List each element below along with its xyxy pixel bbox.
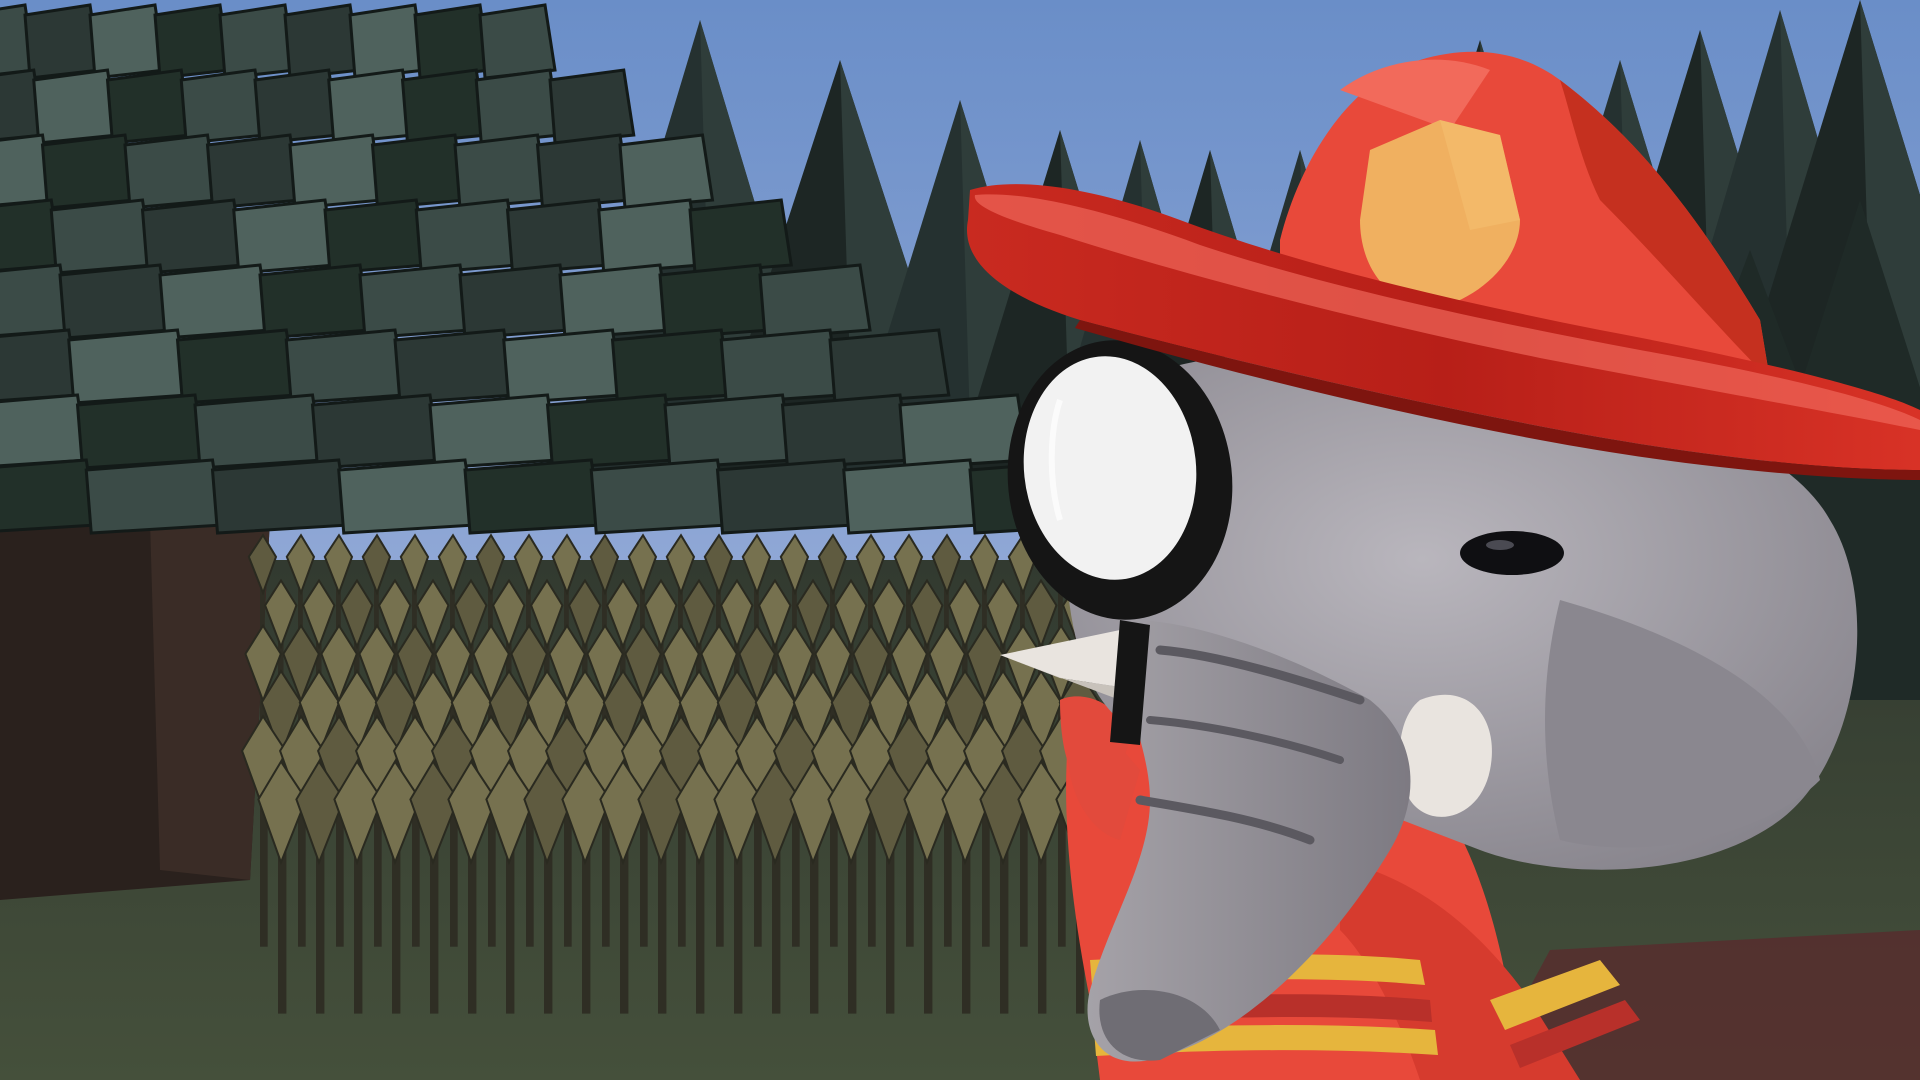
pine-tier-plate <box>828 328 951 405</box>
pine-tier-plate <box>358 263 472 340</box>
pine-tier-plate <box>310 393 442 470</box>
pine-tier-plate <box>253 68 341 145</box>
pine-tier-plate <box>780 393 912 470</box>
pine-tier-plate <box>140 198 246 275</box>
pine-tier-plate <box>288 133 385 210</box>
pine-tier-plate <box>505 198 611 275</box>
pine-tier-plate <box>502 328 625 405</box>
wheat-stem <box>316 849 325 1014</box>
wheat-stem <box>354 849 363 1014</box>
wheat-stem <box>696 849 705 1014</box>
wheat-stem <box>620 849 629 1014</box>
pine-tier-plate <box>210 458 351 535</box>
pine-tier-plate <box>548 68 636 145</box>
wheat-stem <box>886 849 895 1014</box>
pine-tier-plate <box>658 263 772 340</box>
pine-tier-plate <box>327 68 415 145</box>
wheat-stem <box>810 849 819 1014</box>
pine-tier-plate <box>193 393 325 470</box>
wheat-stem <box>544 849 553 1014</box>
pine-tier-plate <box>558 263 672 340</box>
pine-tier-plate <box>618 133 715 210</box>
pine-tier-plate <box>284 328 407 405</box>
pine-tier-plate <box>58 263 172 340</box>
pine-tier-plate <box>458 263 572 340</box>
pine-tier-plate <box>535 133 632 210</box>
pine-tier-plate <box>0 458 98 533</box>
pine-tier-plate <box>84 458 225 535</box>
pine-tier-plate <box>715 458 856 535</box>
wheat-stem <box>392 849 401 1014</box>
pine-tier-plate <box>663 393 795 470</box>
pine-tier-plate <box>0 393 90 468</box>
pine-tier-plate <box>589 458 730 535</box>
wheat-stem <box>1038 849 1047 1014</box>
pine-tier-plate <box>105 68 193 145</box>
pine-tier-plate <box>463 458 603 535</box>
pine-tier-plate <box>758 263 872 340</box>
pine-tier-plate <box>232 198 337 275</box>
wheat-stem <box>734 849 743 1014</box>
pine-tier-plate <box>323 198 428 275</box>
pine-tier-plate <box>898 393 1030 470</box>
pine-tier-plate <box>370 133 467 210</box>
pine-tier-plate <box>842 458 982 535</box>
pine-tier-plate <box>453 133 550 210</box>
wheat-stem <box>430 849 439 1014</box>
pine-tier-plate <box>258 263 372 340</box>
wheat-stem <box>772 849 781 1014</box>
wheat-stem <box>582 849 591 1014</box>
wheat-stem <box>1000 849 1009 1014</box>
pine-tier-plate <box>545 393 677 470</box>
pine-tier-plate <box>610 328 733 405</box>
pine-tier-plate <box>688 198 793 275</box>
pine-tier-plate <box>337 458 477 535</box>
wheat-stem <box>962 849 971 1014</box>
game-scene <box>0 0 1920 1080</box>
wheat-stem <box>848 849 857 1014</box>
game-viewport[interactable] <box>0 0 1920 1080</box>
pine-tier-plate <box>428 393 560 470</box>
wheat-stem <box>658 849 667 1014</box>
pine-tier-plate <box>474 68 562 145</box>
wheat-stem <box>924 849 933 1014</box>
pine-tier-plate <box>49 198 155 275</box>
pine-tier-plate <box>414 198 520 275</box>
pine-tier-plate <box>40 133 137 210</box>
pine-tier-plate <box>719 328 842 405</box>
wheat-stem <box>278 849 287 1014</box>
pine-tier-plate <box>0 328 81 403</box>
pine-tier-plate <box>123 133 220 210</box>
pine-tier-plate <box>158 263 272 340</box>
elephant-eye <box>1460 531 1564 575</box>
wheat-stem <box>468 849 477 1014</box>
pine-tier-plate <box>478 3 557 80</box>
wheat-stem <box>506 849 515 1014</box>
pine-tier-plate <box>393 328 516 405</box>
pine-tier-plate <box>400 68 488 145</box>
pine-tier-plate <box>597 198 702 275</box>
pine-tier-plate <box>175 328 298 405</box>
pine-tier-plate <box>32 68 120 145</box>
pine-tier-plate <box>179 68 267 145</box>
pine-tier-plate <box>205 133 302 210</box>
pine-tier-plate <box>75 393 207 470</box>
pine-tier-plate <box>67 328 190 405</box>
